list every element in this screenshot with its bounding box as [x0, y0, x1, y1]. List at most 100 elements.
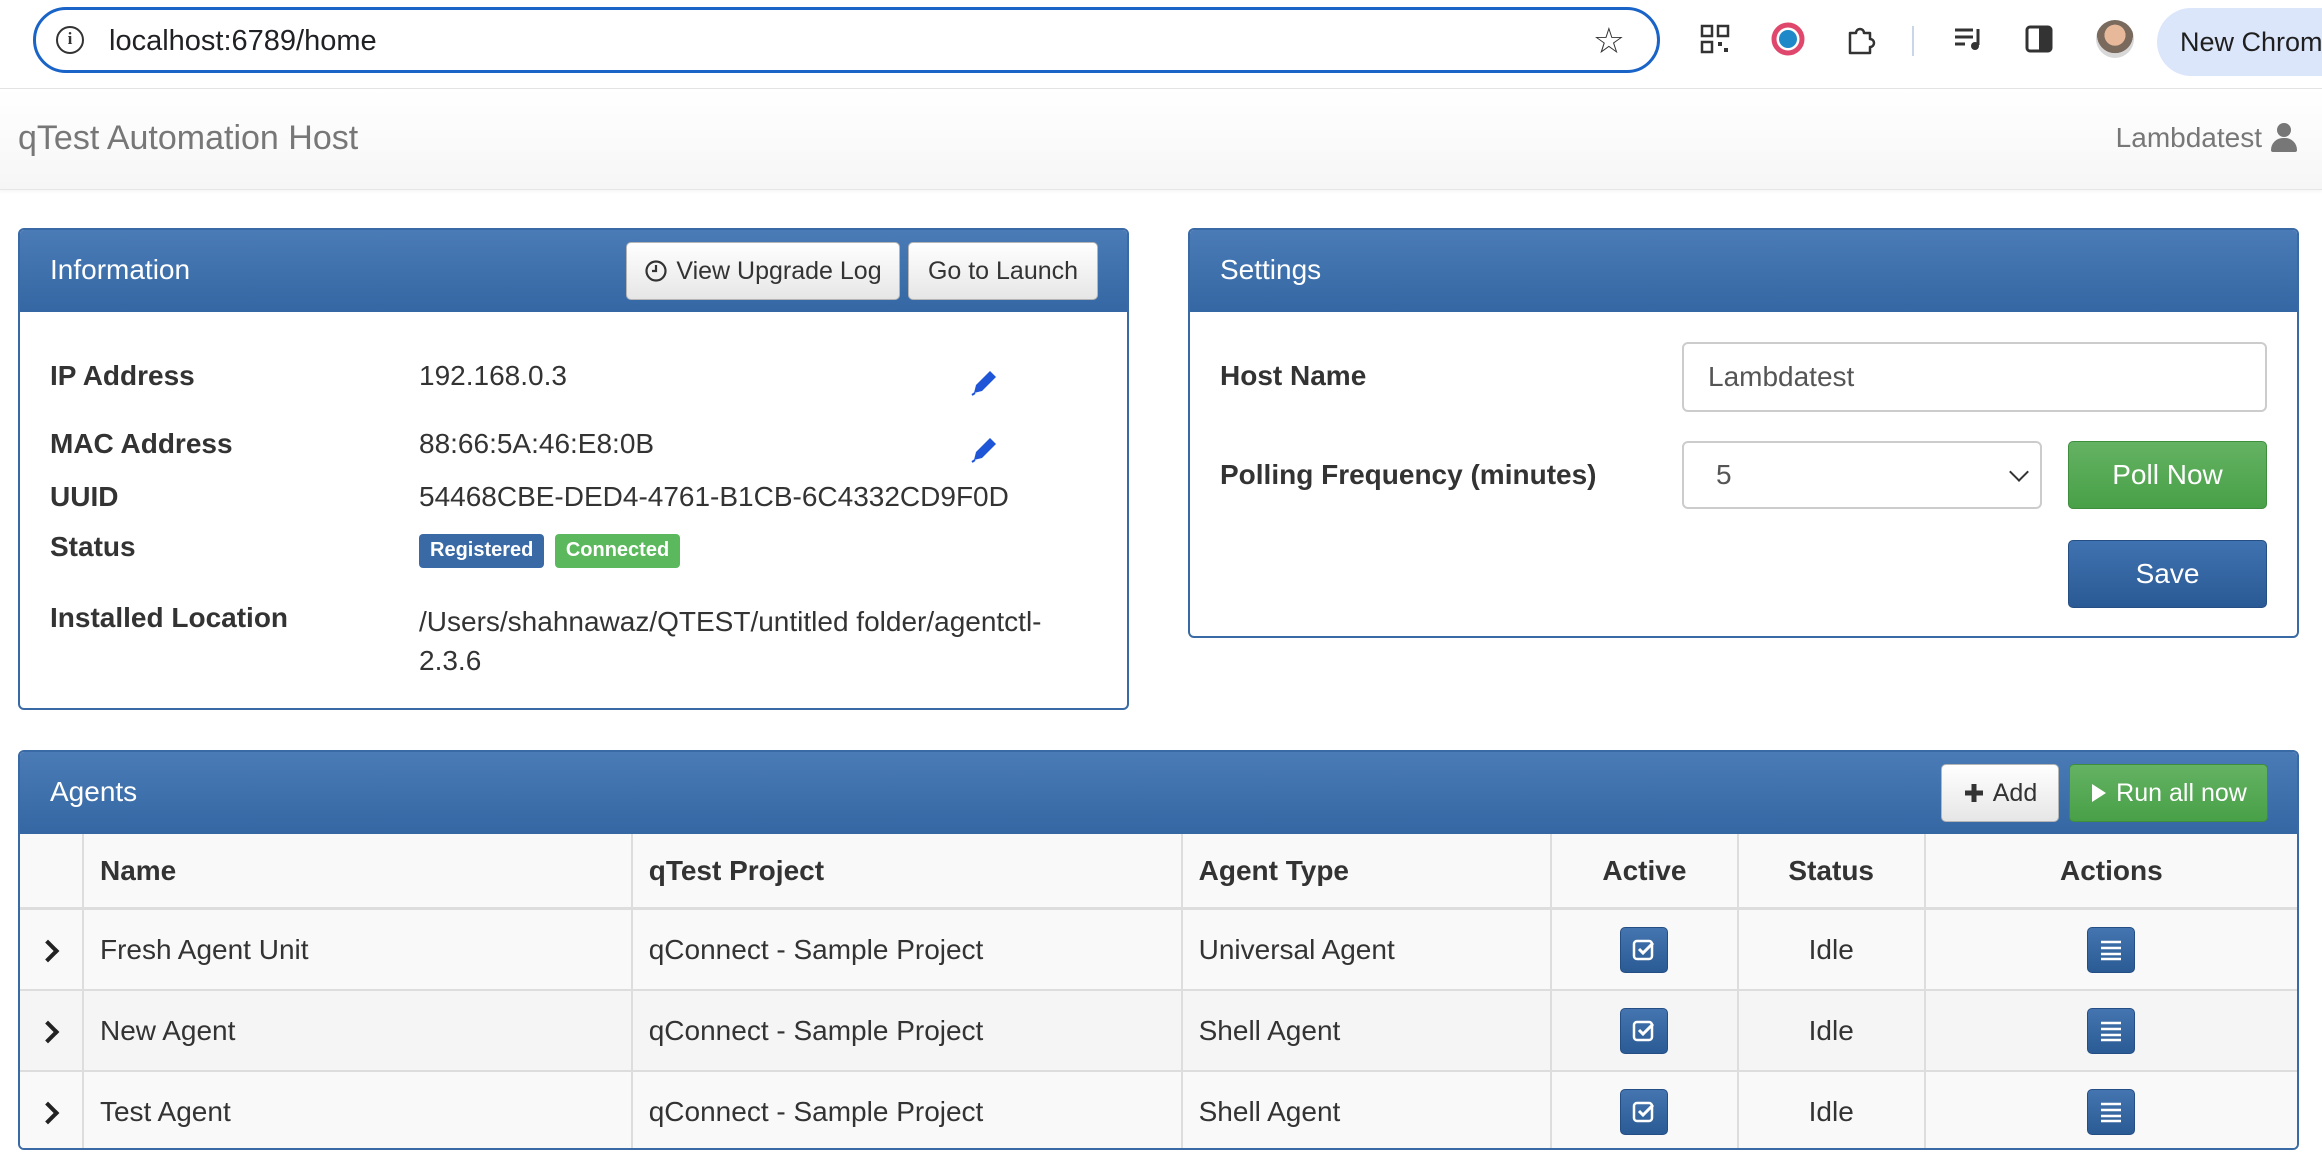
agent-name: New Agent — [82, 989, 633, 1071]
app-navbar: qTest Automation Host Lambdatest — [0, 89, 2322, 190]
view-upgrade-log-button[interactable]: View Upgrade Log — [626, 242, 900, 300]
agent-actions-cell — [1924, 1070, 2297, 1148]
poll-now-button[interactable]: Poll Now — [2068, 441, 2267, 509]
mac-address-value: 88:66:5A:46:E8:0B — [419, 428, 655, 459]
column-header-agent-type[interactable]: Agent Type — [1181, 834, 1553, 910]
agents-panel-header: Agents Add Run all now — [20, 752, 2297, 834]
actions-menu-button[interactable] — [2087, 1007, 2136, 1054]
information-panel-header: Information View Upgrade Log Go to Launc… — [20, 230, 1127, 312]
active-toggle-button[interactable] — [1620, 926, 1669, 973]
active-toggle-button[interactable] — [1620, 1007, 1669, 1054]
installed-location-label: Installed Location — [50, 602, 289, 633]
add-agent-label: Add — [1992, 778, 2038, 807]
media-queue-icon[interactable] — [1951, 22, 1985, 56]
side-panel-icon[interactable] — [2022, 22, 2056, 56]
settings-panel: Settings Host Name Lambdatest Polling Fr… — [1188, 228, 2299, 638]
agent-type: Shell Agent — [1181, 1070, 1553, 1148]
table-header-row: Name qTest Project Agent Type Active Sta… — [20, 834, 2297, 910]
actions-menu-button[interactable] — [2087, 926, 2136, 973]
agent-active-cell — [1551, 1070, 1739, 1148]
qr-code-icon[interactable] — [1698, 22, 1732, 56]
user-menu[interactable]: Lambdatest — [2116, 122, 2298, 154]
list-menu-icon — [2101, 940, 2122, 960]
play-icon — [2092, 784, 2107, 802]
chevron-right-icon[interactable] — [36, 1020, 60, 1043]
actions-menu-button[interactable] — [2087, 1088, 2136, 1135]
site-info-icon[interactable] — [56, 26, 84, 54]
installed-location-value: /Users/shahnawaz/QTEST/untitled folder/a… — [419, 602, 1042, 680]
agent-name: Fresh Agent Unit — [82, 907, 633, 990]
installed-location-line1: /Users/shahnawaz/QTEST/untitled folder/a… — [419, 606, 1042, 637]
table-row: New Agent qConnect - Sample Project Shel… — [20, 989, 2297, 1071]
agent-project: qConnect - Sample Project — [631, 907, 1183, 990]
host-name-label: Host Name — [1220, 360, 1367, 391]
table-row: Test Agent qConnect - Sample Project She… — [20, 1070, 2297, 1148]
agent-type: Shell Agent — [1181, 989, 1553, 1071]
checkbox-checked-icon — [1633, 1020, 1655, 1041]
expand-column-header — [20, 834, 84, 910]
uuid-value: 54468CBE-DED4-4761-B1CB-6C4332CD9F0D — [419, 481, 1009, 512]
poll-now-label: Poll Now — [2112, 459, 2223, 490]
agent-project: qConnect - Sample Project — [631, 989, 1183, 1071]
bookmark-star-icon[interactable]: ☆ — [1593, 20, 1625, 62]
chevron-down-icon — [2009, 462, 2029, 482]
view-upgrade-log-label: View Upgrade Log — [676, 256, 882, 285]
run-all-now-button[interactable]: Run all now — [2069, 764, 2268, 822]
host-name-input[interactable]: Lambdatest — [1682, 342, 2267, 412]
mac-address-label: MAC Address — [50, 428, 233, 459]
color-picker-extension-icon[interactable] — [1771, 22, 1805, 56]
column-header-active[interactable]: Active — [1551, 834, 1739, 910]
go-to-launch-button[interactable]: Go to Launch — [908, 242, 1098, 300]
add-agent-button[interactable]: Add — [1941, 764, 2059, 822]
chevron-right-icon[interactable] — [36, 1101, 60, 1124]
save-button[interactable]: Save — [2068, 540, 2267, 608]
agents-panel: Agents Add Run all now Name qTest Projec… — [18, 750, 2299, 1150]
registered-badge: Registered — [419, 534, 545, 568]
agent-type: Universal Agent — [1181, 907, 1553, 990]
brand-title[interactable]: qTest Automation Host — [18, 119, 358, 158]
status-label: Status — [50, 531, 136, 562]
agent-status: Idle — [1737, 989, 1926, 1071]
active-toggle-button[interactable] — [1620, 1088, 1669, 1135]
checkbox-checked-icon — [1633, 1101, 1655, 1122]
address-url[interactable]: localhost:6789/home — [109, 25, 377, 58]
polling-frequency-value: 5 — [1716, 459, 1732, 490]
column-header-status[interactable]: Status — [1737, 834, 1926, 910]
connected-badge: Connected — [554, 534, 681, 568]
agents-title: Agents — [50, 776, 138, 807]
installed-location-line2: 2.3.6 — [419, 645, 482, 676]
list-menu-icon — [2101, 1102, 2122, 1122]
clock-icon — [645, 260, 667, 282]
polling-frequency-select[interactable]: 5 — [1682, 441, 2042, 509]
user-icon[interactable] — [2270, 123, 2298, 153]
column-header-project[interactable]: qTest Project — [631, 834, 1183, 910]
agent-active-cell — [1551, 989, 1739, 1071]
column-header-actions: Actions — [1924, 834, 2297, 910]
checkbox-checked-icon — [1633, 939, 1655, 960]
profile-avatar[interactable] — [2096, 20, 2134, 58]
settings-title: Settings — [1220, 254, 1322, 285]
ip-address-label: IP Address — [50, 360, 195, 391]
chevron-right-icon[interactable] — [36, 939, 60, 962]
agent-project: qConnect - Sample Project — [631, 1070, 1183, 1148]
address-bar[interactable]: localhost:6789/home ☆ — [33, 7, 1660, 73]
agent-name: Test Agent — [82, 1070, 633, 1148]
user-name[interactable]: Lambdatest — [2116, 122, 2262, 154]
edit-mac-pencil-icon[interactable] — [968, 432, 1002, 466]
new-chrome-button[interactable]: New Chrome — [2157, 8, 2322, 76]
column-header-name[interactable]: Name — [82, 834, 633, 910]
save-label: Save — [2135, 558, 2200, 589]
list-menu-icon — [2101, 1021, 2122, 1041]
expand-cell[interactable] — [20, 907, 84, 990]
agent-actions-cell — [1924, 989, 2297, 1071]
host-name-value: Lambdatest — [1708, 361, 1855, 392]
agent-status: Idle — [1737, 1070, 1926, 1148]
go-to-launch-label: Go to Launch — [927, 256, 1079, 285]
edit-ip-pencil-icon[interactable] — [968, 365, 1002, 399]
expand-cell[interactable] — [20, 1070, 84, 1148]
plus-icon — [1964, 784, 1983, 802]
extensions-puzzle-icon[interactable] — [1843, 22, 1877, 56]
expand-cell[interactable] — [20, 989, 84, 1071]
table-row: Fresh Agent Unit qConnect - Sample Proje… — [20, 907, 2297, 990]
browser-toolbar: localhost:6789/home ☆ New Chrome — [0, 0, 2322, 89]
